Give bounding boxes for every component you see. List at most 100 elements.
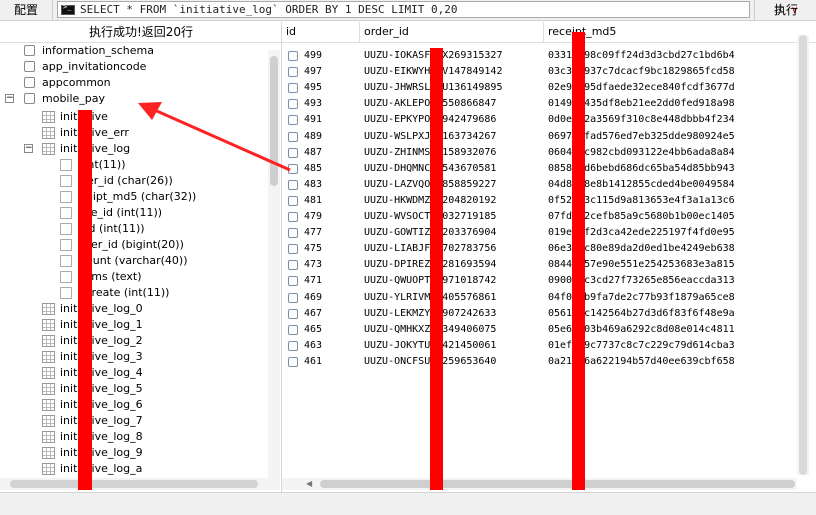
- tree-table-item[interactable]: initiative_log_0: [0, 301, 268, 317]
- cell-id[interactable]: 483: [304, 177, 358, 193]
- cell-order-id[interactable]: UUZU-ZHINMS 8158932076: [364, 145, 542, 161]
- cell-id[interactable]: 467: [304, 306, 358, 322]
- cell-order-id[interactable]: UUZU-JOKYTU X421450061: [364, 338, 542, 354]
- row-checkbox[interactable]: [288, 244, 298, 255]
- cell-order-id[interactable]: UUZU-DHQMNC U543670581: [364, 161, 542, 177]
- row-checkbox[interactable]: [288, 163, 298, 174]
- row-checkbox[interactable]: [288, 131, 298, 142]
- tree-column-item[interactable]: _id (int(11)): [0, 221, 268, 237]
- cell-order-id[interactable]: UUZU-WVSOCT B032719185: [364, 209, 542, 225]
- cell-id[interactable]: 489: [304, 129, 358, 145]
- cell-id[interactable]: 477: [304, 225, 358, 241]
- tree-column-item[interactable]: ceipt_md5 (char(32)): [0, 189, 268, 205]
- table-row[interactable]: 491 UUZU-EPKYPO U942479686 0d0e 82a3569f31…: [282, 112, 816, 128]
- table-row[interactable]: 477 UUZU-GOWTIZ U203376904 019e df2d3ca42e…: [282, 225, 816, 241]
- config-button[interactable]: 配置: [0, 0, 53, 20]
- tree-column-item[interactable]: rams (text): [0, 269, 268, 285]
- cell-order-id[interactable]: UUZU-JHWRSLJ U136149895: [364, 80, 542, 96]
- cell-id[interactable]: 481: [304, 193, 358, 209]
- table-row[interactable]: 469 UUZU-YLRIVM A405576861 04f0 0b9fa7de2c…: [282, 290, 816, 306]
- table-row[interactable]: 485 UUZU-DHQMNC U543670581 0858 0d6bebd686…: [282, 161, 816, 177]
- tree-table-item[interactable]: initiative_log_2: [0, 333, 268, 349]
- row-checkbox[interactable]: [288, 276, 298, 287]
- cell-order-id[interactable]: UUZU-YLRIVM A405576861: [364, 290, 542, 306]
- cell-order-id[interactable]: UUZU-LIABJF 0702783756: [364, 241, 542, 257]
- tree-table-item[interactable]: initiative_log_5: [0, 381, 268, 397]
- sql-text[interactable]: SELECT * FROM `initiative_log` ORDER BY …: [80, 3, 458, 17]
- row-checkbox[interactable]: [288, 83, 298, 94]
- tree-table-item[interactable]: initiative_log_4: [0, 365, 268, 381]
- cell-order-id[interactable]: UUZU-ONCFSU A259653640: [364, 354, 542, 370]
- cell-id[interactable]: 475: [304, 241, 358, 257]
- row-checkbox[interactable]: [288, 356, 298, 367]
- tree-vertical-scrollbar[interactable]: [268, 50, 280, 490]
- table-row[interactable]: 483 UUZU-LAZVQO R858859227 04d8 38e8b14128…: [282, 177, 816, 193]
- row-checkbox[interactable]: [288, 260, 298, 271]
- row-checkbox[interactable]: [288, 115, 298, 126]
- table-row[interactable]: 465 UUZU-QMHKXZ E349406075 05e6 703b469a62…: [282, 322, 816, 338]
- cell-order-id[interactable]: UUZU-LEKMZY T907242633: [364, 306, 542, 322]
- run-button[interactable]: 执行: [754, 0, 816, 20]
- tree-column-item[interactable]: me_id (int(11)): [0, 205, 268, 221]
- sql-input[interactable]: SELECT * FROM `initiative_log` ORDER BY …: [57, 1, 798, 18]
- cell-id[interactable]: 461: [304, 354, 358, 370]
- cell-id[interactable]: 463: [304, 338, 358, 354]
- row-checkbox[interactable]: [288, 51, 298, 61]
- tree-database-item[interactable]: app_invitationcode: [0, 59, 268, 75]
- tree-scroll-thumb[interactable]: [270, 56, 278, 186]
- table-row[interactable]: 493 UUZU-AKLEPO B550866847 0149 0435df8eb2…: [282, 96, 816, 112]
- tree-database-item[interactable]: information_schema: [0, 43, 268, 59]
- cell-order-id[interactable]: UUZU-AKLEPO B550866847: [364, 96, 542, 112]
- tree-database-item[interactable]: appcommon: [0, 75, 268, 91]
- row-checkbox[interactable]: [288, 99, 298, 110]
- cell-order-id[interactable]: UUZU-LAZVQO R858859227: [364, 177, 542, 193]
- cell-order-id[interactable]: UUZU-QMHKXZ E349406075: [364, 322, 542, 338]
- cell-order-id[interactable]: UUZU-EIKWYHL V147849142: [364, 64, 542, 80]
- table-row[interactable]: 489 UUZU-WSLPXJ 0163734267 0697 2fad576ed7…: [282, 129, 816, 145]
- table-row[interactable]: 461 UUZU-ONCFSU A259653640 0a21 56a622194b…: [282, 354, 816, 370]
- row-checkbox[interactable]: [288, 340, 298, 351]
- grid-hscroll-thumb[interactable]: [320, 480, 795, 488]
- cell-order-id[interactable]: UUZU-WSLPXJ 0163734267: [364, 129, 542, 145]
- tree-database-item[interactable]: − mobile_pay: [0, 91, 268, 107]
- tree-column-item[interactable]: rver_id (bigint(20)): [0, 237, 268, 253]
- cell-id[interactable]: 497: [304, 64, 358, 80]
- tree-table-item[interactable]: initiative: [0, 109, 268, 125]
- tree-table-item[interactable]: initiative_log_7: [0, 413, 268, 429]
- cell-id[interactable]: 495: [304, 80, 358, 96]
- table-row[interactable]: 471 UUZU-QWUOPT U971018742 0900 ec3cd27f73…: [282, 273, 816, 289]
- grid-horizontal-scrollbar[interactable]: ◀: [282, 478, 797, 490]
- cell-order-id[interactable]: UUZU-QWUOPT U971018742: [364, 273, 542, 289]
- table-row[interactable]: 463 UUZU-JOKYTU X421450061 01ef 19c7737c8c…: [282, 338, 816, 354]
- column-header-order-id[interactable]: order_id: [360, 22, 544, 42]
- tree-column-item[interactable]: der_id (char(26)): [0, 173, 268, 189]
- tree-hscroll-thumb[interactable]: [10, 480, 258, 488]
- row-checkbox[interactable]: [288, 228, 298, 239]
- row-checkbox[interactable]: [288, 308, 298, 319]
- grid-scroll-thumb[interactable]: [799, 35, 807, 475]
- collapse-icon[interactable]: −: [24, 144, 33, 153]
- scroll-left-icon[interactable]: ◀: [306, 478, 312, 490]
- row-checkbox[interactable]: [288, 67, 298, 78]
- cell-id[interactable]: 479: [304, 209, 358, 225]
- cell-id[interactable]: 487: [304, 145, 358, 161]
- cell-id[interactable]: 485: [304, 161, 358, 177]
- cell-order-id[interactable]: UUZU-HKWDMZ E204820192: [364, 193, 542, 209]
- row-checkbox[interactable]: [288, 324, 298, 335]
- cell-id[interactable]: 493: [304, 96, 358, 112]
- row-checkbox[interactable]: [288, 292, 298, 303]
- table-row[interactable]: 479 UUZU-WVSOCT B032719185 07fd d2cefb85a9…: [282, 209, 816, 225]
- tree-table-item[interactable]: initiative_log_6: [0, 397, 268, 413]
- tree-table-item[interactable]: initiative_log_1: [0, 317, 268, 333]
- row-checkbox[interactable]: [288, 179, 298, 190]
- row-checkbox[interactable]: [288, 195, 298, 206]
- table-row[interactable]: 495 UUZU-JHWRSLJ U136149895 02e9 a95dfaede…: [282, 80, 816, 96]
- collapse-icon[interactable]: −: [5, 94, 14, 103]
- cell-id[interactable]: 469: [304, 290, 358, 306]
- tree-table-item[interactable]: − initiative_log: [0, 141, 268, 157]
- table-row[interactable]: 497 UUZU-EIKWYHL V147849142 03c3 8937c7dca…: [282, 64, 816, 80]
- tree-table-item[interactable]: initiative_log_9: [0, 445, 268, 461]
- row-checkbox[interactable]: [288, 212, 298, 222]
- table-row[interactable]: 475 UUZU-LIABJF 0702783756 06e3 bc80e89da2…: [282, 241, 816, 257]
- tree-table-item[interactable]: initiative_log_3: [0, 349, 268, 365]
